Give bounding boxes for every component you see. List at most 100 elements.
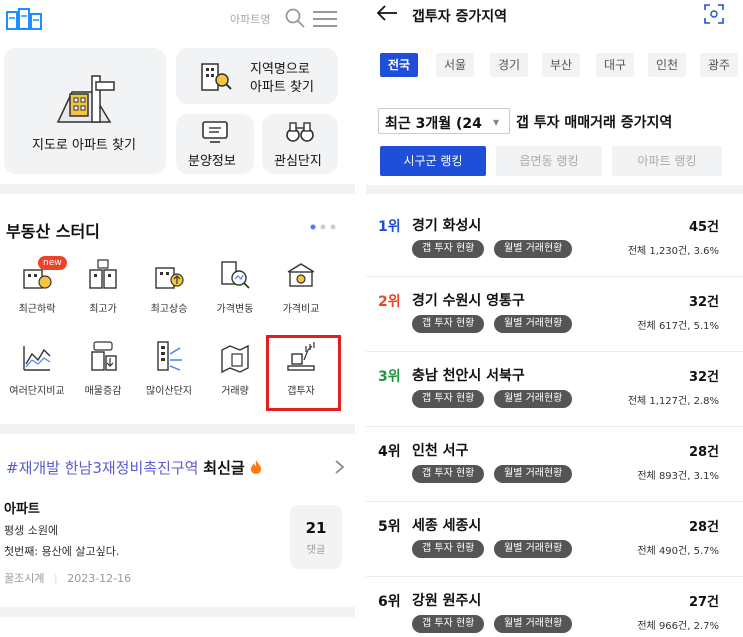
rank-number: 2위 [378, 294, 401, 310]
study-item-highest[interactable]: 최고가 [70, 258, 136, 328]
search-label[interactable]: 아파트명 [230, 11, 270, 27]
section-divider [366, 185, 743, 194]
scan-icon[interactable] [704, 4, 724, 24]
region-chip-gwangju[interactable]: 광주 [700, 53, 739, 77]
gap-status-button[interactable]: 갭 투자 현황 [412, 615, 485, 633]
region-name[interactable]: 경기 화성시 [412, 215, 481, 235]
monthly-trade-button[interactable]: 월별 거래현황 [494, 615, 573, 633]
study-item-label: 최근하락 [18, 304, 56, 315]
period-select[interactable]: 최근 3개월 (24 ▼ [378, 108, 510, 134]
period-suffix: 갭 투자 매매거래 증가지역 [516, 115, 673, 131]
region-chip-seoul[interactable]: 서울 [436, 53, 475, 77]
total-trades: 전체 1,127건, 2.8% [627, 396, 719, 407]
section-divider [0, 424, 355, 434]
carousel-dots [310, 224, 336, 230]
hot-post-suffix: 최신글 [203, 459, 245, 477]
study-item-top-rise[interactable]: 최고상승 [136, 258, 202, 328]
gap-count: 27건 [688, 595, 719, 610]
gap-status-button[interactable]: 갭 투자 현황 [412, 465, 485, 483]
presale-card[interactable]: 분양정보 [176, 114, 254, 174]
region-chip-busan[interactable]: 부산 [542, 53, 581, 77]
rank-number: 6위 [378, 594, 401, 610]
region-name[interactable]: 강원 원주시 [412, 590, 481, 610]
monthly-trade-button[interactable]: 월별 거래현황 [494, 390, 573, 408]
menu-icon[interactable] [313, 10, 337, 28]
rank-number: 5위 [378, 519, 401, 535]
search-icon[interactable] [285, 8, 305, 28]
panel-divider [355, 0, 366, 637]
region-name[interactable]: 세종 세종시 [412, 515, 481, 535]
favorites-label: 관심단지 [274, 154, 322, 169]
ranking-row[interactable]: 3위 충남 천안시 서북구 갭 투자 현황 월별 거래현황 32건 전체 1,127건, … [366, 352, 743, 427]
region-search-label-2: 아파트 찾기 [250, 80, 314, 95]
ranking-row[interactable]: 6위 강원 원주시갭 투자 현황 월별 거래현황 27건전체 966건, 2.7% [366, 577, 743, 637]
region-chip-incheon[interactable]: 인천 [648, 53, 687, 77]
fire-icon [251, 460, 262, 474]
post-text-line-2[interactable]: 첫번째: 용산에 살고싶다. [4, 543, 119, 559]
region-name[interactable]: 경기 수원시 영통구 [412, 290, 525, 310]
study-item-price-compare[interactable]: 가격비교 [268, 258, 334, 328]
ranking-row[interactable]: 1위 경기 화성시 갭 투자 현황 월별 거래현황 45건 전체 1,230건, 3.6% [366, 202, 743, 277]
trade-volume-icon [221, 344, 249, 374]
total-trades: 전체 617건, 5.1% [637, 321, 719, 332]
gap-count: 32건 [688, 295, 719, 310]
study-item-label: 가격비교 [282, 304, 320, 315]
gap-status-button[interactable]: 갭 투자 현황 [412, 540, 485, 558]
gap-status-button[interactable]: 갭 투자 현황 [412, 240, 485, 258]
highlight-box [266, 335, 341, 411]
page-title: 갭투자 증가지역 [412, 9, 508, 25]
total-trades: 전체 966건, 2.7% [637, 621, 719, 632]
tab-town-ranking[interactable]: 읍면동 랭킹 [496, 146, 602, 176]
region-search-card[interactable]: 지역명으로 아파트 찾기 [176, 48, 338, 104]
study-item-trade-volume[interactable]: 거래량 [202, 340, 268, 410]
study-item-price-change[interactable]: 가격변동 [202, 258, 268, 328]
section-divider [0, 184, 355, 194]
region-search-label-1: 지역명으로 [250, 62, 310, 77]
price-change-icon [221, 261, 250, 289]
region-chip-all[interactable]: 전국 [380, 53, 419, 77]
chevron-right-icon[interactable] [334, 459, 346, 475]
listing-change-icon [91, 341, 117, 371]
comment-count: 21 [305, 519, 327, 537]
presale-label: 분양정보 [188, 154, 236, 169]
study-item-label: 최고상승 [150, 304, 188, 315]
study-item-label: 가격변동 [216, 304, 254, 315]
highest-price-icon [89, 259, 117, 289]
gap-status-button[interactable]: 갭 투자 현황 [412, 390, 485, 408]
total-trades: 전체 490건, 5.7% [637, 546, 719, 557]
ranking-row[interactable]: 2위 경기 수원시 영통구갭 투자 현황 월별 거래현황 32건전체 617건, 5.… [366, 277, 743, 352]
monthly-trade-button[interactable]: 월별 거래현황 [494, 315, 573, 333]
region-name[interactable]: 인천 서구 [412, 440, 468, 460]
post-category: 아파트 [4, 502, 40, 517]
study-item-listing-change[interactable]: 매물증감 [70, 340, 136, 410]
region-name[interactable]: 충남 천안시 서북구 [412, 365, 525, 385]
monthly-trade-button[interactable]: 월별 거래현황 [494, 540, 573, 558]
hot-post-title[interactable]: #재개발 한남3재정비촉진구역 최신글 [6, 457, 263, 478]
post-text-line-1[interactable]: 평생 소원에 [4, 522, 58, 538]
tab-apartment-ranking[interactable]: 아파트 랭킹 [612, 146, 722, 176]
hot-post-hashtag: #재개발 한남3재정비촉진구역 [6, 459, 199, 477]
ranking-row[interactable]: 5위 세종 세종시 갭 투자 현황 월별 거래현황 28건 전체 490건, 5.7% [366, 502, 743, 577]
gap-status-button[interactable]: 갭 투자 현황 [412, 315, 485, 333]
favorites-card[interactable]: 관심단지 [262, 114, 338, 174]
monthly-trade-button[interactable]: 월별 거래현황 [494, 240, 573, 258]
region-chip-daegu[interactable]: 대구 [596, 53, 635, 77]
post-author: 꿀조시계 [4, 572, 45, 585]
home-panel: 아파트명 지도로 아파트 찾기 지역명으로 아파트 찾기 분양정보 관심단지 부… [0, 0, 355, 637]
gap-count: 32건 [688, 370, 719, 385]
monthly-trade-button[interactable]: 월별 거래현황 [494, 465, 573, 483]
building-search-icon [201, 63, 232, 91]
map-search-card[interactable]: 지도로 아파트 찾기 [4, 48, 166, 174]
ranking-row[interactable]: 4위 인천 서구 갭 투자 현황 월별 거래현황 28건 전체 893건, 3.1% [366, 427, 743, 502]
price-compare-icon [287, 263, 315, 287]
study-item-label: 여러단지비교 [9, 386, 65, 397]
comment-label: 댓글 [306, 545, 326, 556]
back-arrow-icon[interactable] [376, 4, 398, 22]
map-search-label: 지도로 아파트 찾기 [32, 138, 136, 153]
comment-count-box[interactable]: 21 댓글 [290, 505, 342, 569]
study-item-label: 매물증감 [84, 386, 122, 397]
tab-city-ranking[interactable]: 시구군 랭킹 [380, 146, 486, 176]
study-item-multi-compare[interactable]: 여러단지비교 [4, 340, 70, 410]
study-item-popular-complex[interactable]: 많이산단지 [136, 340, 202, 410]
region-chip-gyeonggi[interactable]: 경기 [490, 53, 529, 77]
